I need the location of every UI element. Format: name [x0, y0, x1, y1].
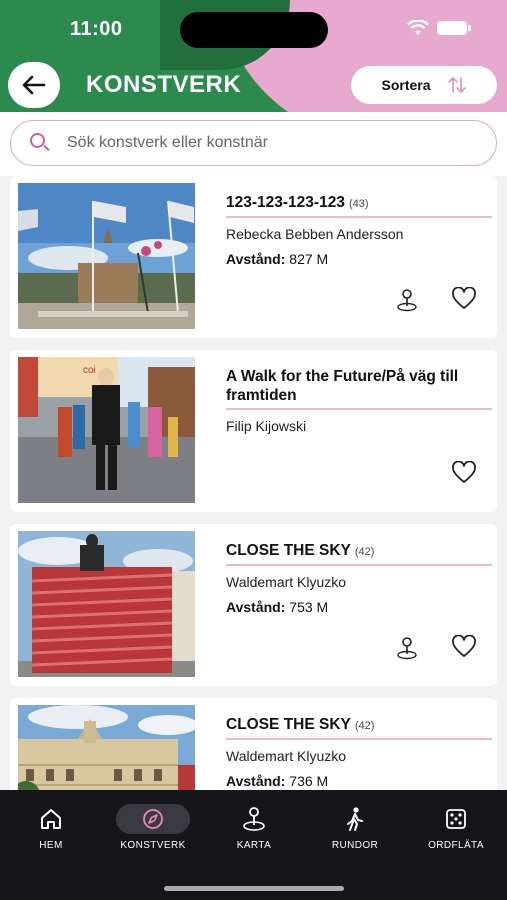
bottom-tab-bar: HEM KONSTVERK KARTA RUNDOR ORDFLÄTA: [0, 790, 507, 900]
status-bar: 11:00: [0, 0, 507, 58]
svg-text:coi: coi: [83, 365, 96, 376]
tab-label: KARTA: [236, 840, 272, 851]
map-pin-icon[interactable]: [396, 288, 418, 312]
tab-karta[interactable]: KARTA: [204, 804, 304, 860]
title-divider: [226, 216, 492, 218]
app-header: 11:00 KONSTVERK Sortera: [0, 0, 507, 112]
battery-icon: [437, 21, 471, 35]
arrow-left-icon: [22, 75, 46, 95]
dynamic-island: [180, 12, 328, 48]
wifi-icon: [407, 20, 429, 35]
tab-label: RUNDOR: [331, 840, 379, 851]
system-icons: [407, 20, 471, 36]
tab-ordflata[interactable]: ORDFLÄTA: [406, 804, 506, 860]
tab-konstverk[interactable]: KONSTVERK: [103, 804, 203, 860]
status-time: 11:00: [70, 18, 123, 40]
artwork-artist: Waldemart Klyuzko: [226, 748, 347, 764]
artwork-distance: Avstånd: 827 M: [226, 251, 329, 267]
home-indicator[interactable]: [164, 886, 344, 891]
title-divider: [226, 408, 492, 410]
heart-icon[interactable]: [451, 635, 477, 659]
title-divider: [226, 738, 492, 740]
heart-icon[interactable]: [451, 461, 477, 485]
heart-icon[interactable]: [451, 287, 477, 311]
artwork-count: (42): [354, 720, 375, 732]
tab-rundor[interactable]: RUNDOR: [305, 804, 405, 860]
artwork-title[interactable]: CLOSE THE SKY (42): [226, 541, 486, 562]
artwork-thumbnail[interactable]: [18, 531, 195, 677]
artwork-thumbnail[interactable]: [18, 183, 195, 329]
artwork-artist: Waldemart Klyuzko: [226, 574, 347, 590]
artwork-distance: Avstånd: 753 M: [226, 599, 329, 615]
artwork-card[interactable]: CLOSE THE SKY (42) Waldemart Klyuzko Avst…: [10, 524, 497, 686]
sort-button[interactable]: Sortera: [351, 66, 497, 104]
artwork-list[interactable]: 123-123-123-123 (43) Rebecka Bebben Ander…: [0, 176, 507, 790]
map-pin-icon: [243, 807, 265, 831]
dice-icon: [446, 809, 466, 829]
back-button[interactable]: [8, 62, 60, 108]
artwork-card[interactable]: CLOSE THE SKY (42) Waldemart Klyuzko Avst…: [10, 698, 497, 790]
search-input[interactable]: [67, 134, 447, 152]
artwork-count: (43): [348, 198, 369, 210]
artwork-count: (42): [354, 546, 375, 558]
tab-label: KONSTVERK: [120, 840, 186, 851]
artwork-artist: Rebecka Bebben Andersson: [226, 226, 404, 242]
map-pin-icon[interactable]: [396, 636, 418, 660]
search-bar-area: [0, 112, 507, 176]
tab-label: HEM: [39, 840, 63, 851]
artwork-title[interactable]: 123-123-123-123 (43): [226, 193, 486, 214]
artwork-artist: Filip Kijowski: [226, 418, 307, 434]
artwork-thumbnail[interactable]: [18, 705, 195, 790]
artwork-card[interactable]: 123-123-123-123 (43) Rebecka Bebben Ander…: [10, 176, 497, 338]
artwork-title[interactable]: A Walk for the Future/På väg till framti…: [226, 367, 488, 405]
artwork-thumbnail[interactable]: coi: [18, 357, 195, 503]
sort-label: Sortera: [381, 77, 431, 93]
tab-label: ORDFLÄTA: [428, 840, 484, 851]
artwork-distance: Avstånd: 736 M: [226, 773, 329, 789]
sort-arrows-icon: [447, 77, 466, 93]
artwork-title[interactable]: CLOSE THE SKY (42): [226, 715, 486, 736]
compass-icon: [143, 809, 163, 829]
title-divider: [226, 564, 492, 566]
search-field[interactable]: [10, 120, 497, 166]
tab-hem[interactable]: HEM: [1, 804, 101, 860]
search-icon: [29, 132, 51, 154]
page-title: KONSTVERK: [86, 71, 242, 98]
artwork-card[interactable]: coi A Walk for the Future/På väg till fr…: [10, 350, 497, 512]
home-icon: [41, 809, 61, 829]
walking-icon: [347, 807, 363, 831]
